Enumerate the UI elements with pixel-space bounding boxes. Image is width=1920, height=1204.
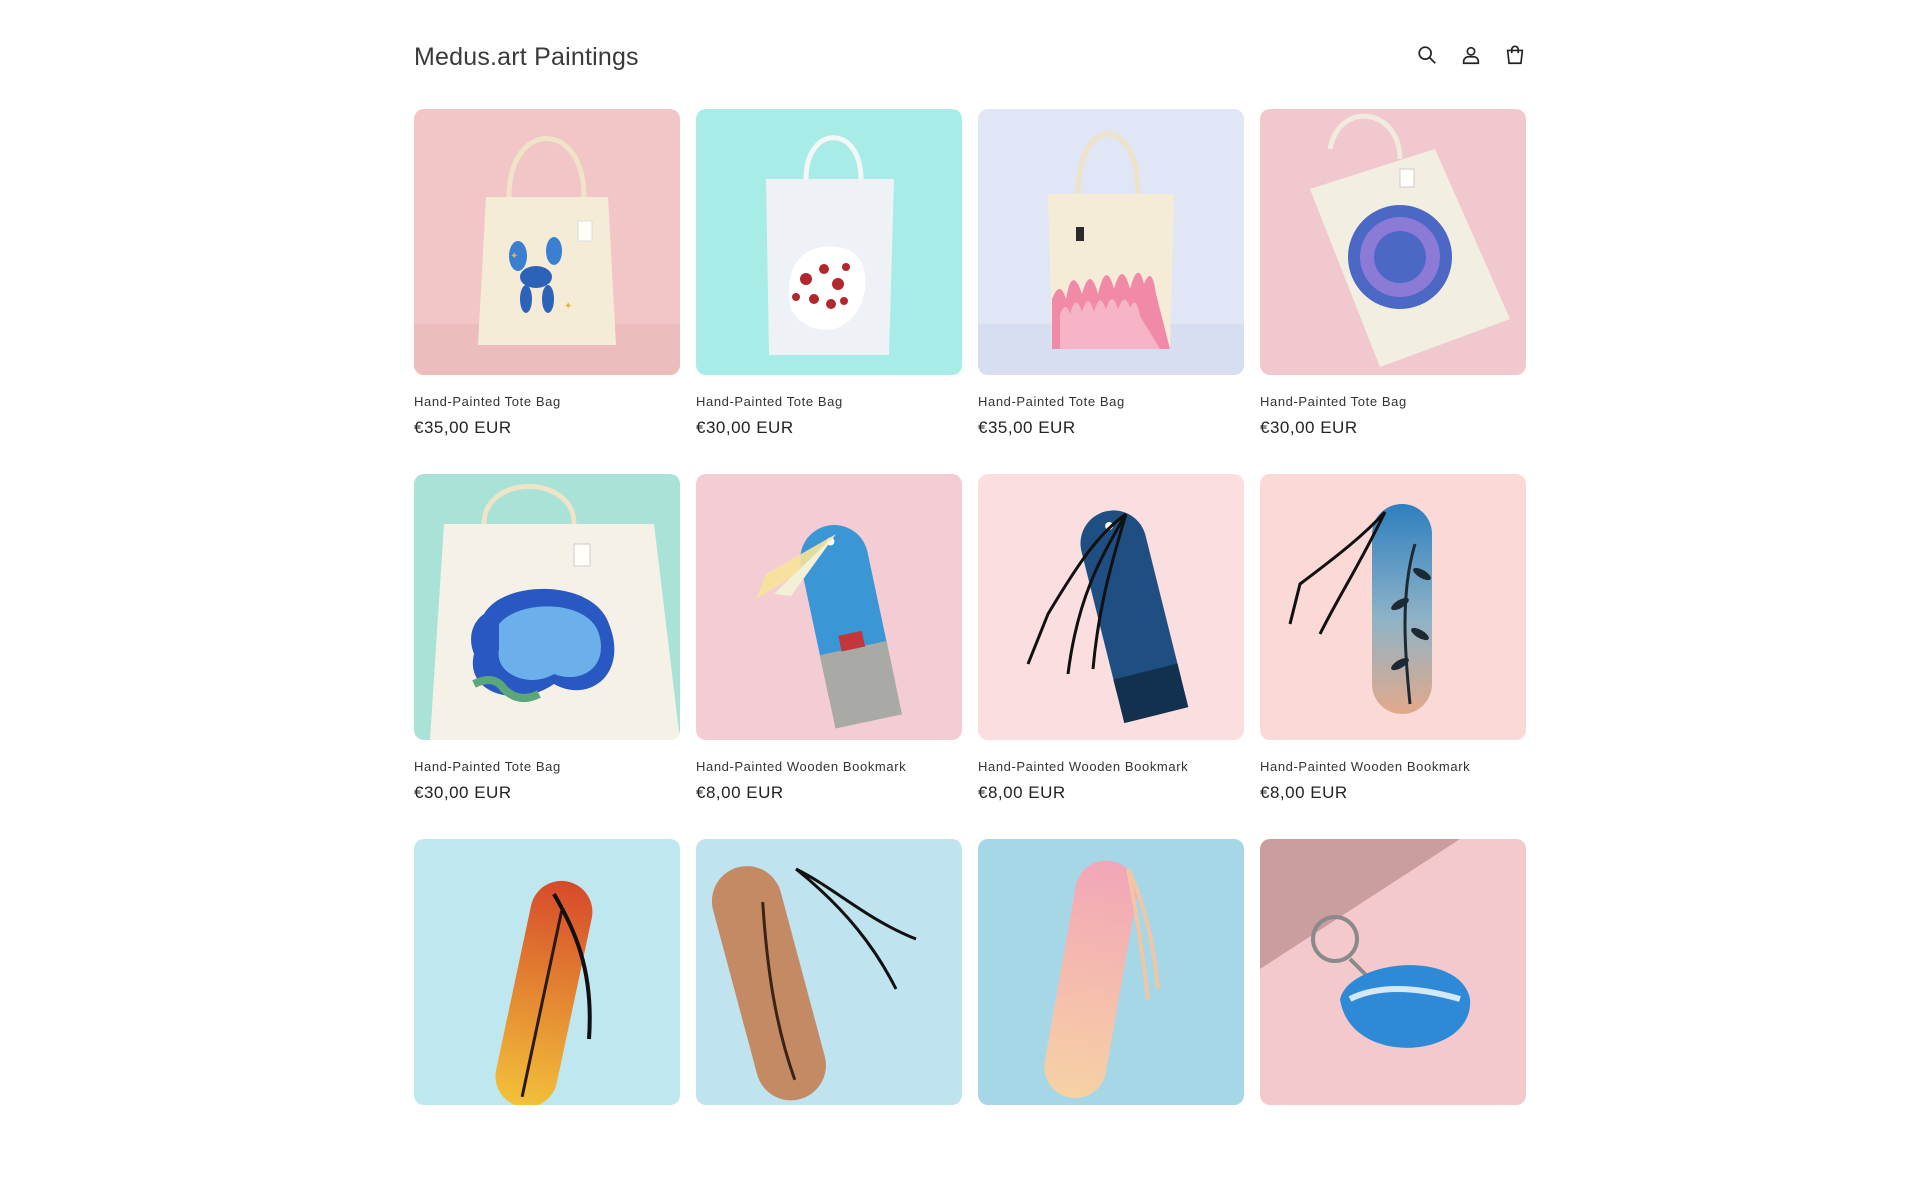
product-price: €30,00 EUR: [1260, 418, 1358, 437]
product-price: €35,00 EUR: [978, 418, 1076, 437]
bookmark-pink-sky-image: [978, 839, 1244, 1105]
tote-leopard-image: [696, 109, 962, 375]
product-title[interactable]: Hand-Painted Tote Bag: [414, 759, 680, 774]
product-title[interactable]: Hand-Painted Tote Bag: [978, 394, 1244, 409]
bookmark-sky-van-image: [696, 474, 962, 740]
header-icons: [1416, 44, 1526, 66]
bookmark-wood-leaves-image: [696, 839, 962, 1105]
product-price: €8,00 EUR: [696, 783, 784, 802]
product-title[interactable]: Hand-Painted Tote Bag: [1260, 394, 1526, 409]
product-price: €30,00 EUR: [414, 783, 512, 802]
bookmark-orange-leaves-image: [414, 839, 680, 1105]
product-image[interactable]: [978, 839, 1244, 1105]
product-grid: ✦ ✦ Hand-Painted Tote Bag €35,00 EUR Han…: [414, 109, 1526, 1204]
product-card[interactable]: Hand-Painted Wooden Bookmark €8,00 EUR: [696, 474, 962, 839]
product-title[interactable]: Hand-Painted Tote Bag: [414, 394, 680, 409]
product-card[interactable]: Hand-Painted Wooden Bookmark €8,00 EUR: [1260, 474, 1526, 839]
product-card[interactable]: ✦ ✦ Hand-Painted Tote Bag €35,00 EUR: [414, 109, 680, 474]
product-image[interactable]: [1260, 474, 1526, 740]
product-title[interactable]: Hand-Painted Wooden Bookmark: [1260, 759, 1526, 774]
product-card[interactable]: [414, 839, 680, 1204]
product-image[interactable]: [414, 474, 680, 740]
product-title[interactable]: Hand-Painted Wooden Bookmark: [696, 759, 962, 774]
product-price: €8,00 EUR: [978, 783, 1066, 802]
product-card[interactable]: [978, 839, 1244, 1204]
product-image[interactable]: ✦ ✦: [414, 109, 680, 375]
product-card[interactable]: [1260, 839, 1526, 1204]
account-icon[interactable]: [1460, 44, 1482, 66]
product-price: €35,00 EUR: [414, 418, 512, 437]
product-image[interactable]: [978, 109, 1244, 375]
product-card[interactable]: Hand-Painted Tote Bag €35,00 EUR: [978, 109, 1244, 474]
tote-flames-image: [978, 109, 1244, 375]
svg-text:✦: ✦: [510, 251, 518, 262]
product-image[interactable]: [1260, 109, 1526, 375]
tote-balloon-dog-image: ✦ ✦: [414, 109, 680, 375]
site-header: Medus.art Paintings: [414, 0, 1526, 110]
product-card[interactable]: Hand-Painted Wooden Bookmark €8,00 EUR: [978, 474, 1244, 839]
product-image[interactable]: [978, 474, 1244, 740]
product-card[interactable]: Hand-Painted Tote Bag €30,00 EUR: [1260, 109, 1526, 474]
cart-icon[interactable]: [1504, 44, 1526, 66]
search-icon[interactable]: [1416, 44, 1438, 66]
product-title[interactable]: Hand-Painted Tote Bag: [696, 394, 962, 409]
tote-free-your-mind-image: [414, 474, 680, 740]
svg-text:✦: ✦: [564, 301, 572, 312]
product-price: €30,00 EUR: [696, 418, 794, 437]
product-image[interactable]: [696, 839, 962, 1105]
product-price: €8,00 EUR: [1260, 783, 1348, 802]
product-image[interactable]: [414, 839, 680, 1105]
product-image[interactable]: [1260, 839, 1526, 1105]
product-image[interactable]: [696, 474, 962, 740]
product-card[interactable]: [696, 839, 962, 1204]
product-card[interactable]: Hand-Painted Tote Bag €30,00 EUR: [414, 474, 680, 839]
bookmark-night-sky-image: [978, 474, 1244, 740]
product-title[interactable]: Hand-Painted Wooden Bookmark: [978, 759, 1244, 774]
bookmark-leaves-sunset-image: [1260, 474, 1526, 740]
tote-attract-dont-chase-image: [1260, 109, 1526, 375]
product-image[interactable]: [696, 109, 962, 375]
keychain-sea-image: [1260, 839, 1526, 1105]
product-card[interactable]: Hand-Painted Tote Bag €30,00 EUR: [696, 109, 962, 474]
brand-name[interactable]: Medus.art Paintings: [414, 43, 639, 72]
